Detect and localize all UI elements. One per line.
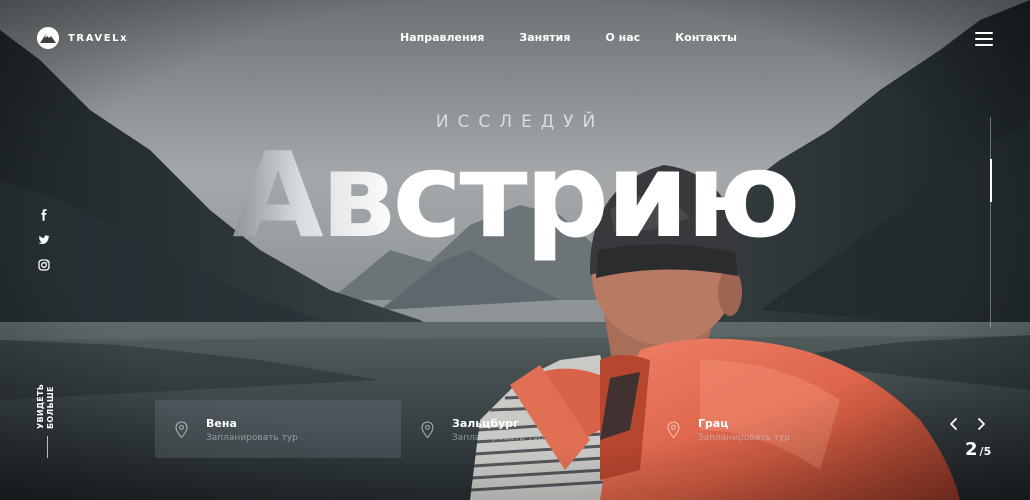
destination-subtitle: Запланировать тур [452,433,544,443]
destination-subtitle: Запланировать тур [206,433,298,443]
scroll-more-line2: БОЛЬШЕ [46,386,55,429]
mountain-icon [37,27,59,49]
chevron-right-icon[interactable] [975,417,987,431]
scroll-more-line1: УВИДЕТЬ [36,383,45,429]
hero-title-text: Австрию [232,126,800,264]
slide-progress-fill [989,159,992,202]
slide-counter-current: 2 [965,439,978,460]
scroll-more-divider [47,436,48,458]
destination-subtitle: Запланировать тур [698,433,790,443]
nav-item-destinations[interactable]: Направления [400,31,484,44]
destination-card-graz[interactable]: Грац Запланировать тур [647,400,893,458]
slide-counter: 2/5 [965,439,991,460]
twitter-icon[interactable] [38,233,50,245]
social-links [38,208,50,283]
brand-name: TRAVELx [68,32,129,44]
scroll-more-link[interactable]: УВИДЕТЬ БОЛЬШЕ [36,383,58,429]
nav-item-activities[interactable]: Занятия [519,31,570,44]
location-pin-icon [667,421,680,439]
location-pin-icon [175,421,188,439]
slide-counter-total: 5 [983,445,992,458]
destination-title: Грац [698,417,729,430]
nav-item-contacts[interactable]: Контакты [675,31,737,44]
hero-title: Австрию [0,125,1030,267]
destination-card-vienna[interactable]: Вена Запланировать тур [155,400,401,458]
nav-item-about[interactable]: О нас [605,31,640,44]
chevron-left-icon[interactable] [948,417,960,431]
destination-title: Вена [206,417,237,430]
main-nav: Направления Занятия О нас Контакты [400,31,737,44]
facebook-icon[interactable] [38,208,50,221]
destination-title: Зальцбург [452,417,519,430]
slide-progress-track [989,117,992,327]
brand-logo[interactable]: TRAVELx [37,27,128,49]
destination-card-salzburg[interactable]: Зальцбург Запланировать тур [401,400,647,458]
location-pin-icon [421,421,434,439]
scroll-more-label: УВИДЕТЬ БОЛЬШЕ [36,383,56,429]
hamburger-menu-icon[interactable] [975,32,993,46]
instagram-icon[interactable] [38,258,50,271]
destination-cards: Вена Запланировать тур Зальцбург Заплани… [155,400,893,458]
